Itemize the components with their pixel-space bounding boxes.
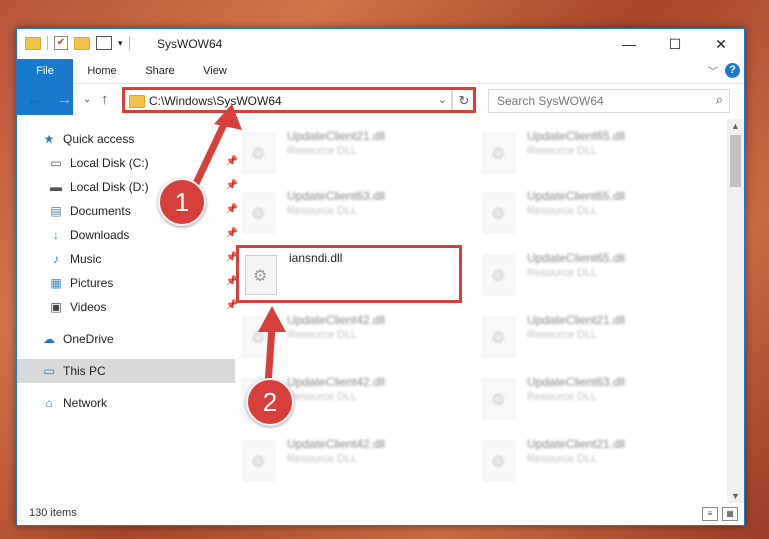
annotation-arrows (188, 104, 286, 389)
step-badge-1: 1 (158, 178, 206, 226)
arrowhead-1 (214, 104, 242, 130)
annotation-arrow-2 (264, 322, 276, 389)
annotation-arrow-1 (188, 116, 230, 196)
step-badge-2: 2 (246, 378, 294, 426)
arrowhead-2 (258, 306, 286, 332)
